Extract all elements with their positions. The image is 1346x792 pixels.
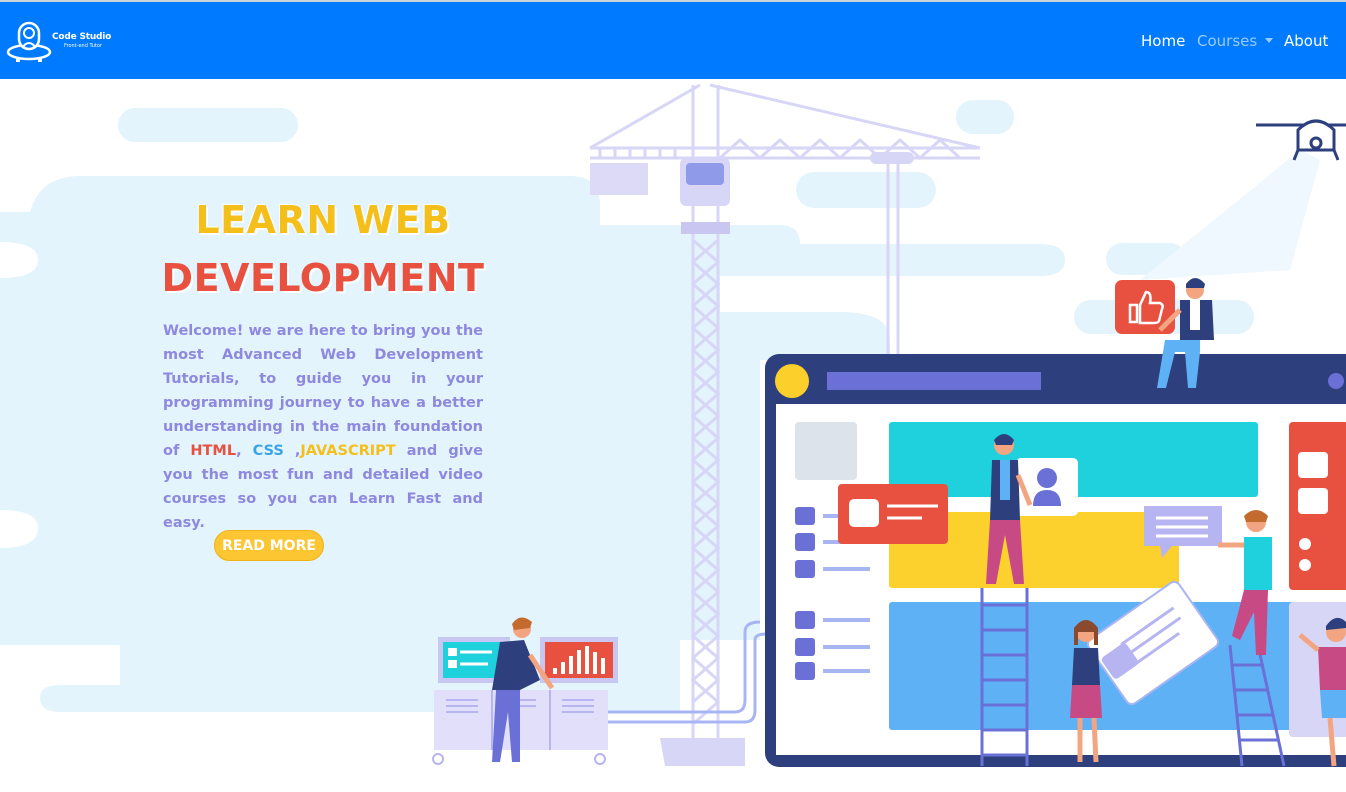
navbar: Code Studio Front-end Tutor Home Courses… [0, 2, 1346, 79]
brand-tagline: Front-end Tutor [64, 43, 102, 49]
brand-name: Code Studio [52, 32, 112, 42]
caret-down-icon [1265, 38, 1274, 43]
logo-icon [6, 21, 52, 62]
nav-courses-label: Courses [1197, 32, 1258, 50]
hero-description: Welcome! we are here to bring you the mo… [163, 319, 483, 535]
keyword-javascript: JAVASCRIPT [300, 443, 396, 459]
nav-courses-dropdown[interactable]: Courses [1197, 32, 1274, 50]
brand-logo[interactable]: Code Studio Front-end Tutor [6, 19, 116, 65]
separator: , [236, 443, 242, 459]
hero-title-line1: LEARN WEB [195, 198, 451, 242]
description-intro: Welcome! we are here to bring you the mo… [163, 323, 483, 459]
keyword-html: HTML [190, 443, 237, 459]
nav-about[interactable]: About [1284, 32, 1328, 50]
nav-home[interactable]: Home [1141, 32, 1185, 50]
read-more-button[interactable]: READ MORE [214, 530, 324, 561]
hero-title-line2: DEVELOPMENT [161, 256, 485, 300]
keyword-css: CSS [252, 443, 284, 459]
